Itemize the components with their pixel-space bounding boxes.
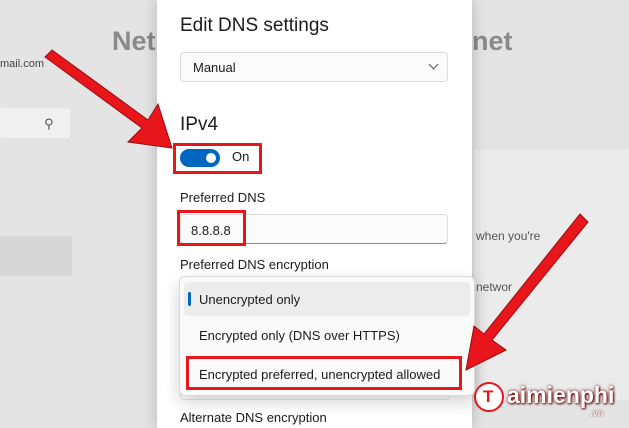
annotation-arrows bbox=[44, 49, 589, 371]
watermark-brand: aimienphi bbox=[507, 382, 615, 408]
arrow-to-menu-item bbox=[465, 213, 589, 371]
watermark-suffix: .vn bbox=[590, 408, 604, 419]
watermark-emblem: T bbox=[474, 382, 504, 412]
watermark-logo: T aimienphi .vn bbox=[474, 378, 624, 419]
arrow-to-toggle bbox=[44, 49, 173, 149]
